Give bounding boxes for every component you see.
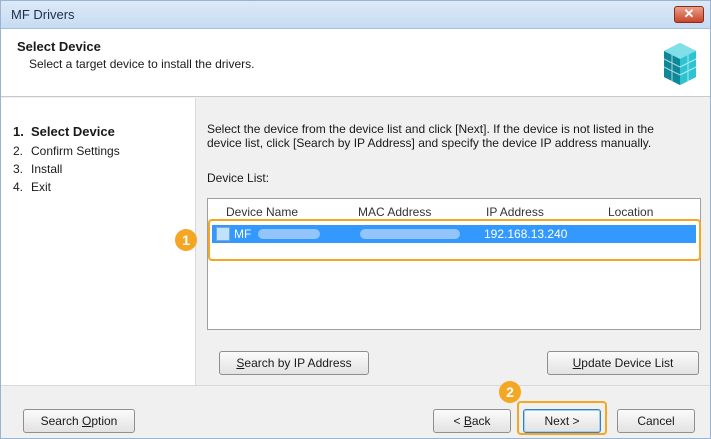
step-install: 3. Install [13, 162, 63, 176]
page-subtitle: Select a target device to install the dr… [29, 57, 255, 71]
back-button[interactable]: < Back [433, 409, 511, 433]
search-option-button[interactable]: Search Option [23, 409, 135, 433]
instructions-text: Select the device from the device list a… [207, 122, 654, 150]
title-bar[interactable]: MF Drivers ✕ [1, 1, 710, 29]
close-icon: ✕ [683, 6, 695, 21]
device-row-highlight [208, 219, 701, 261]
device-list-label: Device List: [207, 171, 270, 185]
search-by-ip-button[interactable]: Search by IP Address [219, 351, 369, 375]
annotation-marker-2: 2 [499, 381, 521, 403]
installer-logo-icon [663, 43, 697, 85]
next-button-highlight [517, 401, 607, 435]
close-button[interactable]: ✕ [674, 6, 704, 23]
step-confirm-settings: 2. Confirm Settings [13, 144, 120, 158]
column-mac-address[interactable]: MAC Address [358, 205, 431, 219]
installer-window: MF Drivers ✕ Select Device Select a targ… [0, 0, 711, 439]
window-title: MF Drivers [11, 7, 75, 22]
wizard-header: Select Device Select a target device to … [1, 29, 710, 97]
device-list[interactable]: Device Name MAC Address IP Address Locat… [207, 198, 701, 330]
annotation-marker-1: 1 [175, 229, 197, 251]
step-exit: 4. Exit [13, 180, 52, 194]
update-device-list-button[interactable]: Update Device List [547, 351, 699, 375]
step-select-device: 1. Select Device [13, 124, 115, 139]
column-location[interactable]: Location [608, 205, 653, 219]
steps-panel: 1. Select Device 2. Confirm Settings 3. Ins… [1, 98, 196, 385]
cancel-button[interactable]: Cancel [617, 409, 695, 433]
column-device-name[interactable]: Device Name [226, 205, 298, 219]
column-ip-address[interactable]: IP Address [486, 205, 544, 219]
page-title: Select Device [17, 39, 101, 54]
